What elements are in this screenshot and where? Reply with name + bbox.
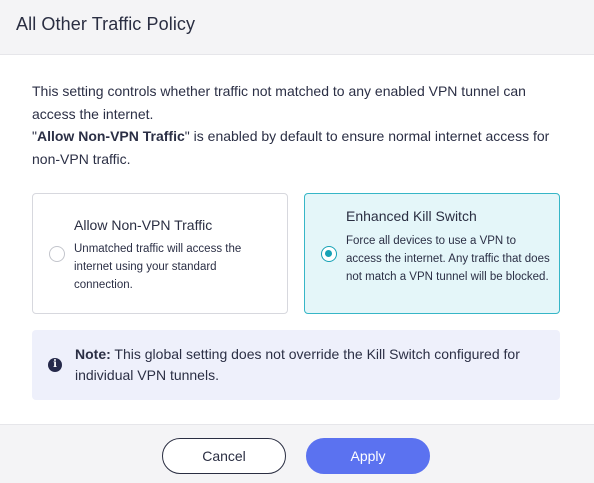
- option-description: Unmatched traffic will access the intern…: [74, 243, 242, 292]
- dialog-title: All Other Traffic Policy: [16, 14, 196, 34]
- cancel-button[interactable]: Cancel: [162, 438, 286, 474]
- option-enhanced-kill-switch[interactable]: Enhanced Kill Switch Force all devices t…: [304, 193, 560, 314]
- apply-button[interactable]: Apply: [306, 438, 430, 474]
- radio-enhanced-kill-switch[interactable]: [321, 246, 337, 262]
- note-body: This global setting does not override th…: [75, 346, 520, 383]
- option-title: Enhanced Kill Switch: [346, 208, 477, 224]
- info-icon: i: [48, 358, 62, 372]
- dialog-header: All Other Traffic Policy: [0, 0, 594, 55]
- traffic-policy-dialog: All Other Traffic Policy This setting co…: [0, 0, 594, 483]
- note-label: Note:: [75, 346, 111, 362]
- note-box: i Note: This global setting does not ove…: [32, 330, 560, 400]
- description-bold-term: Allow Non-VPN Traffic: [36, 128, 185, 144]
- description-line1: This setting controls whether traffic no…: [32, 83, 526, 122]
- note-text: Note: This global setting does not overr…: [75, 344, 545, 386]
- option-title: Allow Non-VPN Traffic: [74, 217, 213, 233]
- dialog-footer: Cancel Apply: [0, 424, 594, 483]
- radio-allow-non-vpn-traffic[interactable]: [49, 246, 65, 262]
- policy-description: This setting controls whether traffic no…: [32, 80, 562, 170]
- option-description: Force all devices to use a VPN to access…: [346, 235, 550, 284]
- option-allow-non-vpn-traffic[interactable]: Allow Non-VPN Traffic Unmatched traffic …: [32, 193, 288, 314]
